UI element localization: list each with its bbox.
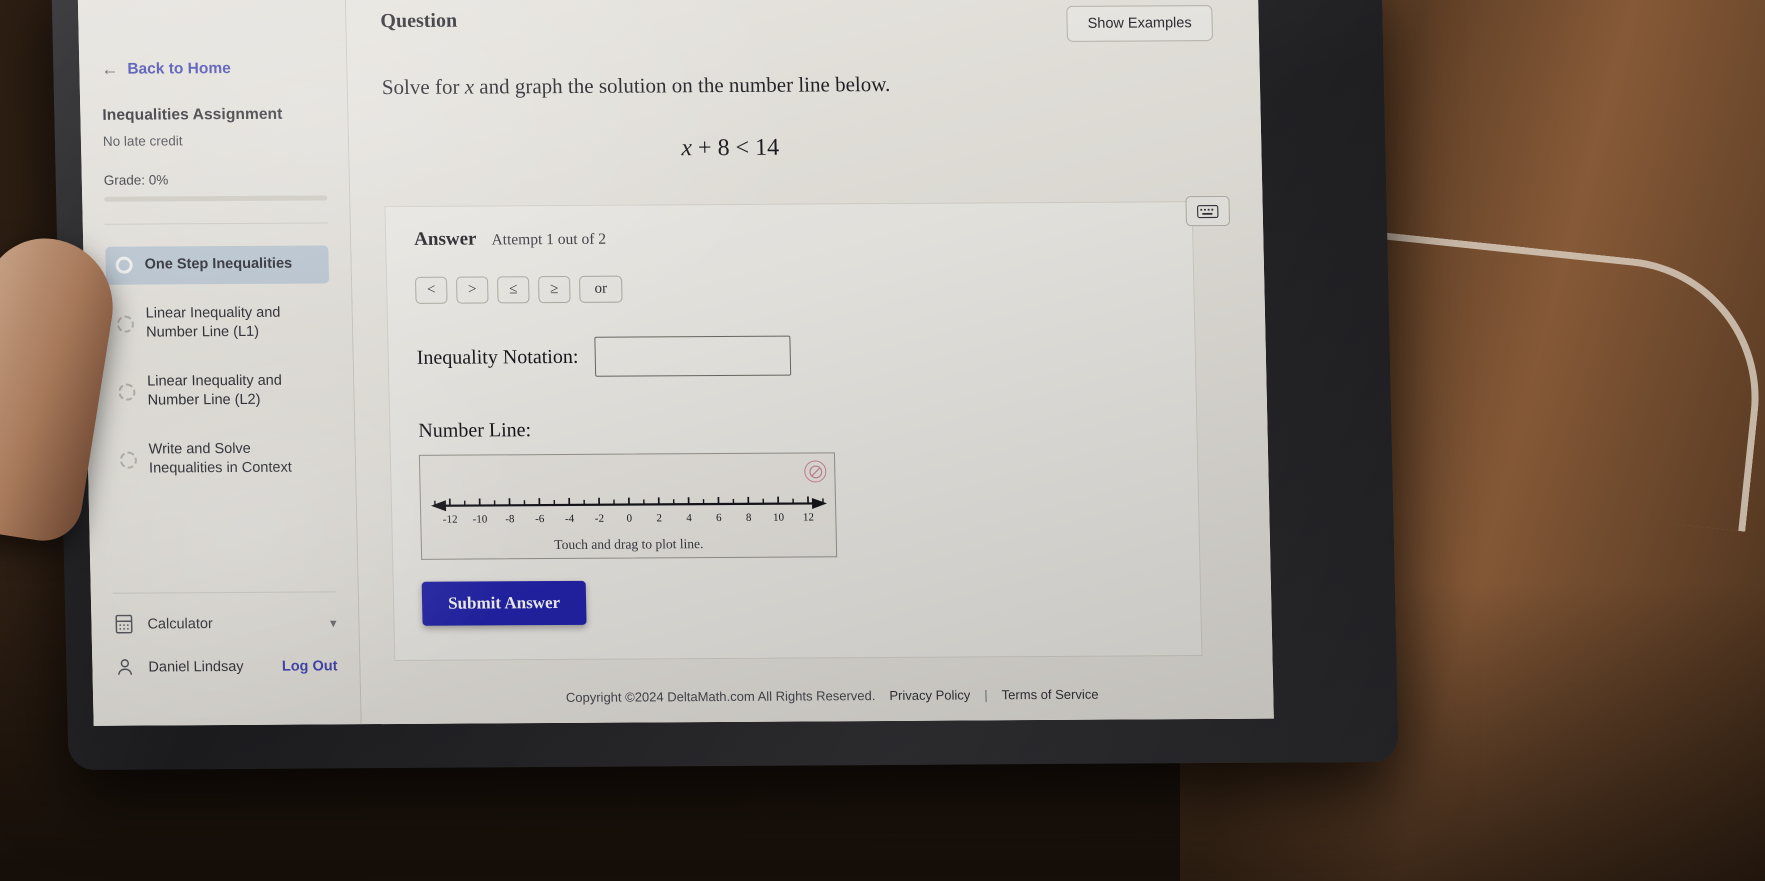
chevron-down-icon[interactable]: ▾: [330, 615, 337, 631]
keyboard-toggle-button[interactable]: [1185, 196, 1231, 227]
operator-button-greater-equal[interactable]: ≥: [538, 276, 571, 304]
number-line-graph[interactable]: -12 -10 -8 -6 -4 -2 0 2 4 6 8 10 12: [421, 490, 838, 539]
progress-circle-icon: [118, 383, 136, 401]
sidebar-item-label: Linear Inequality and Number Line (L2): [147, 372, 283, 409]
svg-text:2: 2: [656, 513, 662, 525]
footer-separator: |: [984, 687, 988, 703]
inequality-notation-input[interactable]: [593, 335, 791, 378]
svg-text:0: 0: [626, 513, 632, 525]
calculator-icon: [113, 614, 134, 635]
tablet-screen: ← Back to Home Inequalities Assignment N…: [77, 0, 1274, 726]
operator-button-less-equal[interactable]: ≤: [496, 276, 530, 304]
privacy-policy-link[interactable]: Privacy Policy: [889, 687, 970, 702]
deltamath-page: ← Back to Home Inequalities Assignment N…: [77, 0, 1274, 726]
sidebar-item-linear-inequality-l1[interactable]: Linear Inequality and Number Line (L1): [106, 294, 330, 352]
svg-text:-4: -4: [565, 513, 575, 525]
no-entry-icon[interactable]: [804, 460, 827, 483]
attempt-counter: Attempt 1 out of 2: [491, 231, 607, 249]
number-line-hint: Touch and drag to plot line.: [554, 536, 704, 553]
answer-header: Answer Attempt 1 out of 2: [414, 225, 1165, 252]
prompt-text-before: Solve for: [381, 74, 465, 100]
sidebar-divider: [104, 222, 328, 225]
arrow-left-icon: ←: [101, 59, 119, 79]
question-header: Question Show Examples: [346, 0, 1259, 46]
assignment-title: Inequalities Assignment: [102, 105, 283, 124]
svg-text:10: 10: [773, 512, 785, 524]
back-to-home-link[interactable]: ← Back to Home: [101, 58, 324, 79]
svg-text:4: 4: [686, 512, 692, 524]
equation: x + 8 < 14: [349, 132, 1262, 165]
submit-answer-button[interactable]: Submit Answer: [421, 581, 587, 627]
operator-button-greater-than[interactable]: >: [455, 276, 489, 304]
inequality-notation-label: Inequality Notation:: [416, 345, 579, 369]
calculator-row[interactable]: Calculator ▾: [113, 612, 337, 635]
sidebar-footer: Calculator ▾ Daniel Lindsay Log Out: [112, 591, 339, 725]
svg-text:-8: -8: [505, 514, 515, 526]
equation-variable: x: [681, 135, 693, 162]
sidebar-item-label: Write and Solve Inequalities in Context: [148, 440, 292, 477]
operator-button-or[interactable]: or: [579, 275, 623, 304]
sidebar-item-linear-inequality-l2[interactable]: Linear Inequality and Number Line (L2): [108, 362, 332, 420]
late-credit-note: No late credit: [102, 133, 183, 149]
progress-circle-icon: [115, 256, 133, 275]
main-content: Question Show Examples Solve for x and g…: [345, 0, 1274, 725]
answer-label: Answer: [413, 228, 477, 251]
person-icon: [114, 657, 135, 678]
grade-text: Grade: 0%: [103, 172, 169, 188]
sidebar-item-write-and-solve-in-context[interactable]: Write and Solve Inequalities in Context: [109, 430, 333, 488]
operator-button-row: < > ≤ ≥ or: [414, 273, 1166, 305]
svg-text:8: 8: [746, 512, 752, 524]
photo-scene: ← Back to Home Inequalities Assignment N…: [0, 0, 1765, 881]
svg-text:-6: -6: [535, 513, 545, 525]
svg-text:-10: -10: [473, 514, 488, 526]
user-name: Daniel Lindsay: [148, 658, 244, 675]
prompt-text-after: and graph the solution on the number lin…: [473, 72, 891, 99]
back-to-home-label: Back to Home: [127, 60, 231, 78]
operator-button-less-than[interactable]: <: [414, 277, 448, 305]
svg-text:6: 6: [716, 512, 722, 524]
number-line-canvas[interactable]: -12 -10 -8 -6 -4 -2 0 2 4 6 8 10 12 Touch and drag t…: [418, 452, 838, 561]
calculator-label: Calculator: [147, 615, 213, 632]
progress-circle-icon: [116, 315, 135, 333]
sidebar-item-label: One Step Inequalities: [144, 255, 293, 273]
progress-circle-icon: [119, 451, 138, 469]
user-row: Daniel Lindsay Log Out: [114, 655, 338, 678]
page-title: Question: [380, 9, 458, 33]
svg-text:-12: -12: [443, 514, 458, 526]
log-out-button[interactable]: Log Out: [282, 658, 338, 674]
svg-text:-2: -2: [595, 513, 604, 525]
inequality-notation-row: Inequality Notation:: [416, 334, 1167, 379]
tablet-device: ← Back to Home Inequalities Assignment N…: [51, 0, 1399, 770]
footer: Copyright ©2024 DeltaMath.com All Rights…: [361, 686, 1273, 707]
assignment-nav-list: One Step Inequalities Linear Inequality …: [105, 245, 334, 499]
sidebar-item-label: Linear Inequality and Number Line (L1): [145, 304, 281, 341]
sidebar-item-one-step-inequalities[interactable]: One Step Inequalities: [105, 245, 330, 285]
svg-text:12: 12: [803, 512, 814, 524]
equation-rest: + 8 < 14: [691, 134, 780, 162]
answer-card: Answer Attempt 1 out of 2 < > ≤ ≥ or Ine…: [384, 196, 1231, 662]
show-examples-button[interactable]: Show Examples: [1066, 5, 1214, 42]
terms-of-service-link[interactable]: Terms of Service: [1002, 687, 1099, 703]
question-prompt: Solve for x and graph the solution on th…: [347, 41, 1260, 102]
grade-progress-bar: [104, 195, 328, 202]
sidebar-footer-divider: [112, 591, 336, 594]
number-line-label: Number Line:: [418, 419, 532, 443]
sidebar: ← Back to Home Inequalities Assignment N…: [77, 0, 362, 726]
copyright-text: Copyright ©2024 DeltaMath.com All Rights…: [565, 688, 876, 705]
